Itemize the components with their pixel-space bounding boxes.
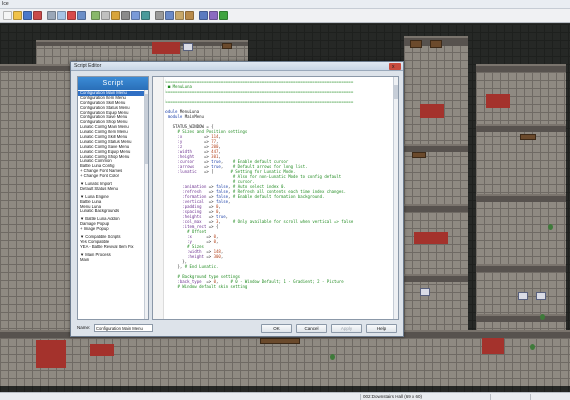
map-bed xyxy=(183,43,193,51)
map-shelf xyxy=(412,152,426,158)
map-shelf xyxy=(410,40,422,48)
code-editor[interactable]: 1#======================================… xyxy=(152,76,399,320)
map-bed xyxy=(536,292,546,300)
delete-icon[interactable] xyxy=(67,11,76,20)
toolbar xyxy=(0,9,570,23)
map-carpet xyxy=(482,338,504,354)
code-text: #=======================================… xyxy=(165,89,354,94)
status-bar: 002:Downstairs Hall (69 x 60) xyxy=(0,392,570,400)
map-floor xyxy=(0,64,72,364)
name-label: Name: xyxy=(77,325,91,330)
map-wall xyxy=(404,274,468,282)
code-lines[interactable]: 1#======================================… xyxy=(165,79,393,289)
map-wall xyxy=(404,204,468,212)
app-title: Ice xyxy=(2,1,9,7)
apply-button[interactable]: Apply xyxy=(331,324,362,333)
pencil-icon[interactable] xyxy=(111,11,120,20)
map-carpet xyxy=(486,94,510,108)
sound-icon[interactable] xyxy=(209,11,218,20)
line-gutter xyxy=(153,77,164,319)
ok-button[interactable]: OK xyxy=(261,324,292,333)
close-icon: x xyxy=(392,64,395,70)
scrollbar-thumb[interactable] xyxy=(145,94,148,164)
cancel-button[interactable]: Cancel xyxy=(296,324,327,333)
map-canvas[interactable]: Script Editor x Script Configuration Mai… xyxy=(0,24,570,392)
name-row: Name: Configuration Main Menu xyxy=(77,324,225,332)
map-plant xyxy=(540,314,545,320)
map-wall xyxy=(476,194,566,202)
map-wall xyxy=(476,124,566,132)
close-button[interactable]: x xyxy=(389,63,401,70)
copy-icon[interactable] xyxy=(47,11,56,20)
playtest-icon[interactable] xyxy=(219,11,228,20)
map-shelf xyxy=(520,134,536,140)
new-icon[interactable] xyxy=(3,11,12,20)
map-shelf xyxy=(222,43,232,49)
script-list-scrollbar[interactable] xyxy=(144,90,148,319)
map-carpet xyxy=(414,232,448,244)
script-list[interactable]: Configuration Main Menu Configuration Ite… xyxy=(78,90,148,263)
status-extra xyxy=(530,394,570,400)
map-wall xyxy=(476,264,566,272)
code-text: module MainMenu xyxy=(167,114,204,119)
map-bed xyxy=(420,288,430,296)
app-titlebar: Ice xyxy=(0,0,570,9)
map-floor xyxy=(404,36,468,332)
map-wall xyxy=(404,144,468,152)
shadow-icon[interactable] xyxy=(155,11,164,20)
scrollbar-thumb[interactable] xyxy=(394,85,398,99)
code-text: }, # End Lunatic. xyxy=(165,264,219,269)
dialog-titlebar[interactable]: Script Editor x xyxy=(71,62,403,71)
map-wall xyxy=(0,64,72,71)
dialog-buttons: OK Cancel Apply Help xyxy=(261,324,397,333)
layer-icon[interactable] xyxy=(91,11,100,20)
map-carpet xyxy=(90,344,114,356)
code-text: #=======================================… xyxy=(165,99,354,104)
code-line[interactable]: 42 # Window default skin setting xyxy=(165,284,393,289)
code-scrollbar[interactable] xyxy=(393,77,398,319)
map-carpet xyxy=(152,42,180,54)
open-icon[interactable] xyxy=(13,11,22,20)
help-button[interactable]: Help xyxy=(366,324,397,333)
dialog-title: Script Editor xyxy=(74,63,102,69)
map-plant xyxy=(330,354,335,360)
script-editor-dialog: Script Editor x Script Configuration Mai… xyxy=(70,61,404,337)
toolbar-separator xyxy=(195,11,198,20)
database-icon[interactable] xyxy=(175,11,184,20)
code-text: #=======================================… xyxy=(165,79,354,84)
name-input[interactable]: Configuration Main Menu xyxy=(94,324,153,332)
map-wall xyxy=(36,40,248,46)
zoom-icon[interactable] xyxy=(165,11,174,20)
undo-icon[interactable] xyxy=(77,11,86,20)
script-list-item[interactable]: Main xyxy=(78,258,148,263)
code-text: # Window default skin setting xyxy=(177,284,248,289)
map-wall xyxy=(476,314,566,322)
map-plant xyxy=(530,344,535,350)
fill-icon[interactable] xyxy=(141,11,150,20)
map-plant xyxy=(548,224,553,230)
map-bed xyxy=(518,292,528,300)
script-icon[interactable] xyxy=(199,11,208,20)
status-map: 002:Downstairs Hall (69 x 60) xyxy=(360,394,490,400)
script-list-header: Script xyxy=(78,77,148,90)
event-icon[interactable] xyxy=(101,11,110,20)
map-shelf xyxy=(430,40,442,48)
toolbar-separator xyxy=(43,11,46,20)
script-list-pane: Script Configuration Main Menu Configurat… xyxy=(77,76,149,320)
circle-icon[interactable] xyxy=(131,11,140,20)
map-carpet xyxy=(36,340,66,368)
map-wall xyxy=(476,64,566,72)
paste-icon[interactable] xyxy=(57,11,66,20)
toolbar-separator xyxy=(151,11,154,20)
status-coords xyxy=(490,394,530,400)
rectangle-icon[interactable] xyxy=(121,11,130,20)
toolbar-separator xyxy=(87,11,90,20)
map-shelf xyxy=(260,338,300,344)
resource-icon[interactable] xyxy=(185,11,194,20)
map-carpet xyxy=(420,104,444,118)
cut-icon[interactable] xyxy=(33,11,42,20)
save-icon[interactable] xyxy=(23,11,32,20)
